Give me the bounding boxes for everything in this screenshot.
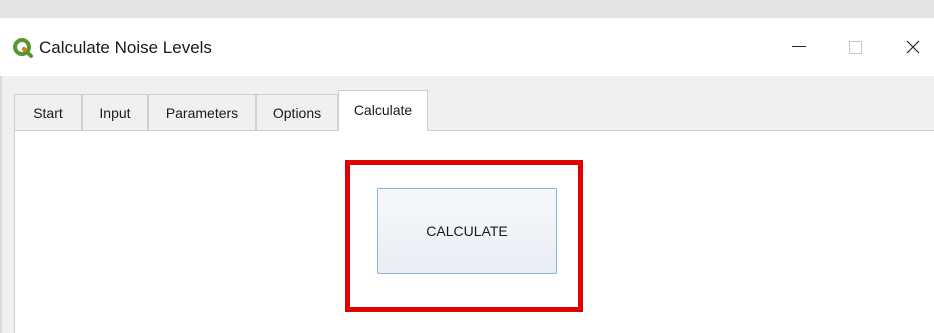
dialog-window: Calculate Noise Levels Start Input Param… (0, 18, 934, 333)
title-bar[interactable]: Calculate Noise Levels (0, 18, 934, 76)
tab-calculate[interactable]: Calculate (338, 90, 428, 131)
window-title: Calculate Noise Levels (39, 38, 212, 57)
tab-bar: Start Input Parameters Options Calculate (14, 90, 934, 131)
maximize-button[interactable] (835, 32, 875, 62)
close-button[interactable] (893, 32, 933, 62)
window-left-edge (0, 76, 2, 333)
tab-parameters[interactable]: Parameters (148, 94, 256, 130)
qgis-logo-icon (12, 37, 34, 59)
close-icon (906, 40, 920, 54)
dialog-content: Start Input Parameters Options Calculate… (0, 76, 934, 333)
calculate-button[interactable]: CALCULATE (377, 188, 557, 274)
tab-input[interactable]: Input (82, 94, 148, 130)
calculate-tab-panel: CALCULATE (14, 130, 934, 333)
minimize-button[interactable] (780, 32, 820, 62)
tab-options[interactable]: Options (256, 94, 338, 130)
background-strip (0, 0, 934, 18)
tab-start[interactable]: Start (14, 94, 82, 130)
